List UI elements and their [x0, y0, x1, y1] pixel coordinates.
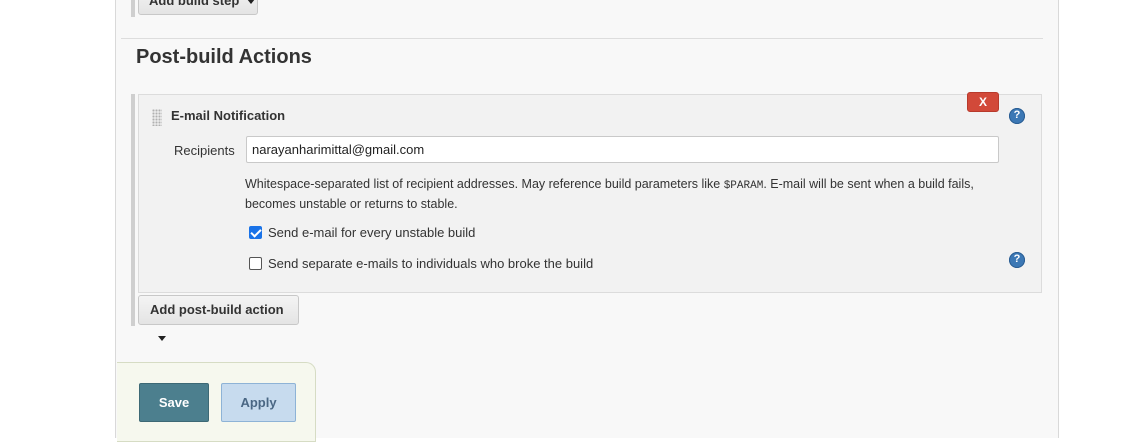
add-post-build-action-button[interactable]: Add post-build action — [138, 295, 299, 342]
recipients-help-text: Whitespace-separated list of recipient a… — [245, 175, 985, 213]
section-title: Post-build Actions — [136, 46, 312, 68]
drag-handle-icon[interactable] — [152, 109, 162, 126]
recipients-input[interactable] — [246, 136, 999, 163]
add-build-step-label: Add build step — [149, 0, 240, 8]
post-build-bar — [131, 94, 135, 326]
caret-down-icon — [247, 0, 256, 5]
recipients-label: Recipients — [174, 143, 235, 158]
unstable-build-checkbox[interactable] — [249, 226, 262, 239]
help-text-part: Whitespace-separated list of recipient a… — [245, 177, 724, 191]
email-notification-title: E-mail Notification — [171, 108, 286, 123]
separate-emails-option[interactable]: Send separate e-mails to individuals who… — [249, 256, 593, 271]
email-notification-block: E-mail Notification X ? Recipients White… — [138, 92, 1042, 293]
apply-button[interactable]: Apply — [221, 383, 296, 422]
unstable-build-option[interactable]: Send e-mail for every unstable build — [249, 225, 475, 240]
add-post-build-action-label: Add post-build action — [150, 302, 284, 317]
caret-down-icon — [158, 336, 166, 342]
unstable-build-label: Send e-mail for every unstable build — [268, 225, 476, 240]
delete-button[interactable]: X — [967, 92, 999, 112]
save-button[interactable]: Save — [139, 383, 209, 422]
add-build-step-button[interactable]: Add build step — [138, 0, 258, 15]
help-icon[interactable]: ? — [1009, 252, 1025, 268]
separate-emails-checkbox[interactable] — [249, 257, 262, 270]
build-steps-bar — [131, 0, 135, 17]
param-code: $PARAM — [723, 180, 764, 192]
section-divider — [121, 38, 1043, 39]
separate-emails-label: Send separate e-mails to individuals who… — [268, 256, 594, 271]
help-icon[interactable]: ? — [1009, 108, 1025, 124]
